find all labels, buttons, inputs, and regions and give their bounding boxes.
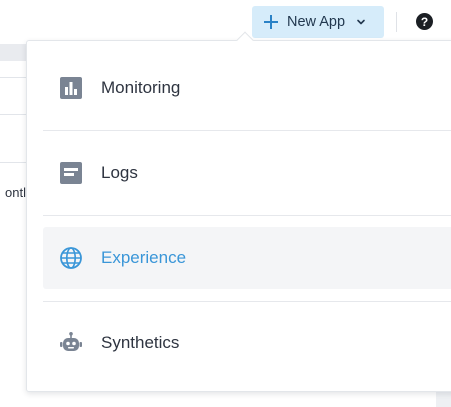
bar-chart-icon xyxy=(58,75,84,101)
row-divider xyxy=(0,77,26,78)
page: ontl New App ? Monitoring Logs Experienc… xyxy=(0,0,451,407)
header-divider xyxy=(396,12,397,32)
new-app-label: New App xyxy=(287,14,346,30)
menu-item-experience[interactable]: Experience xyxy=(43,227,451,289)
background-text-fragment: ontl xyxy=(5,185,26,200)
row-divider xyxy=(0,162,26,163)
table-header-fragment xyxy=(0,44,26,61)
robot-icon xyxy=(58,330,84,356)
chevron-down-icon xyxy=(356,17,366,27)
menu-item-synthetics[interactable]: Synthetics xyxy=(43,312,451,374)
menu-separator xyxy=(43,130,451,131)
menu-separator xyxy=(43,215,451,216)
menu-item-label: Synthetics xyxy=(101,333,180,352)
help-icon[interactable]: ? xyxy=(416,13,433,30)
new-app-button[interactable]: New App xyxy=(252,6,384,38)
menu-item-monitoring[interactable]: Monitoring xyxy=(43,57,451,119)
new-app-dropdown-menu: Monitoring Logs Experience Synthetics xyxy=(26,40,451,392)
log-document-icon xyxy=(58,160,84,186)
globe-icon xyxy=(58,245,84,271)
menu-separator xyxy=(43,301,451,302)
menu-item-logs[interactable]: Logs xyxy=(43,142,451,204)
plus-icon xyxy=(264,15,278,29)
menu-item-label: Logs xyxy=(101,163,138,182)
menu-item-label: Monitoring xyxy=(101,78,181,97)
menu-item-label: Experience xyxy=(101,248,187,267)
row-divider xyxy=(0,114,26,115)
